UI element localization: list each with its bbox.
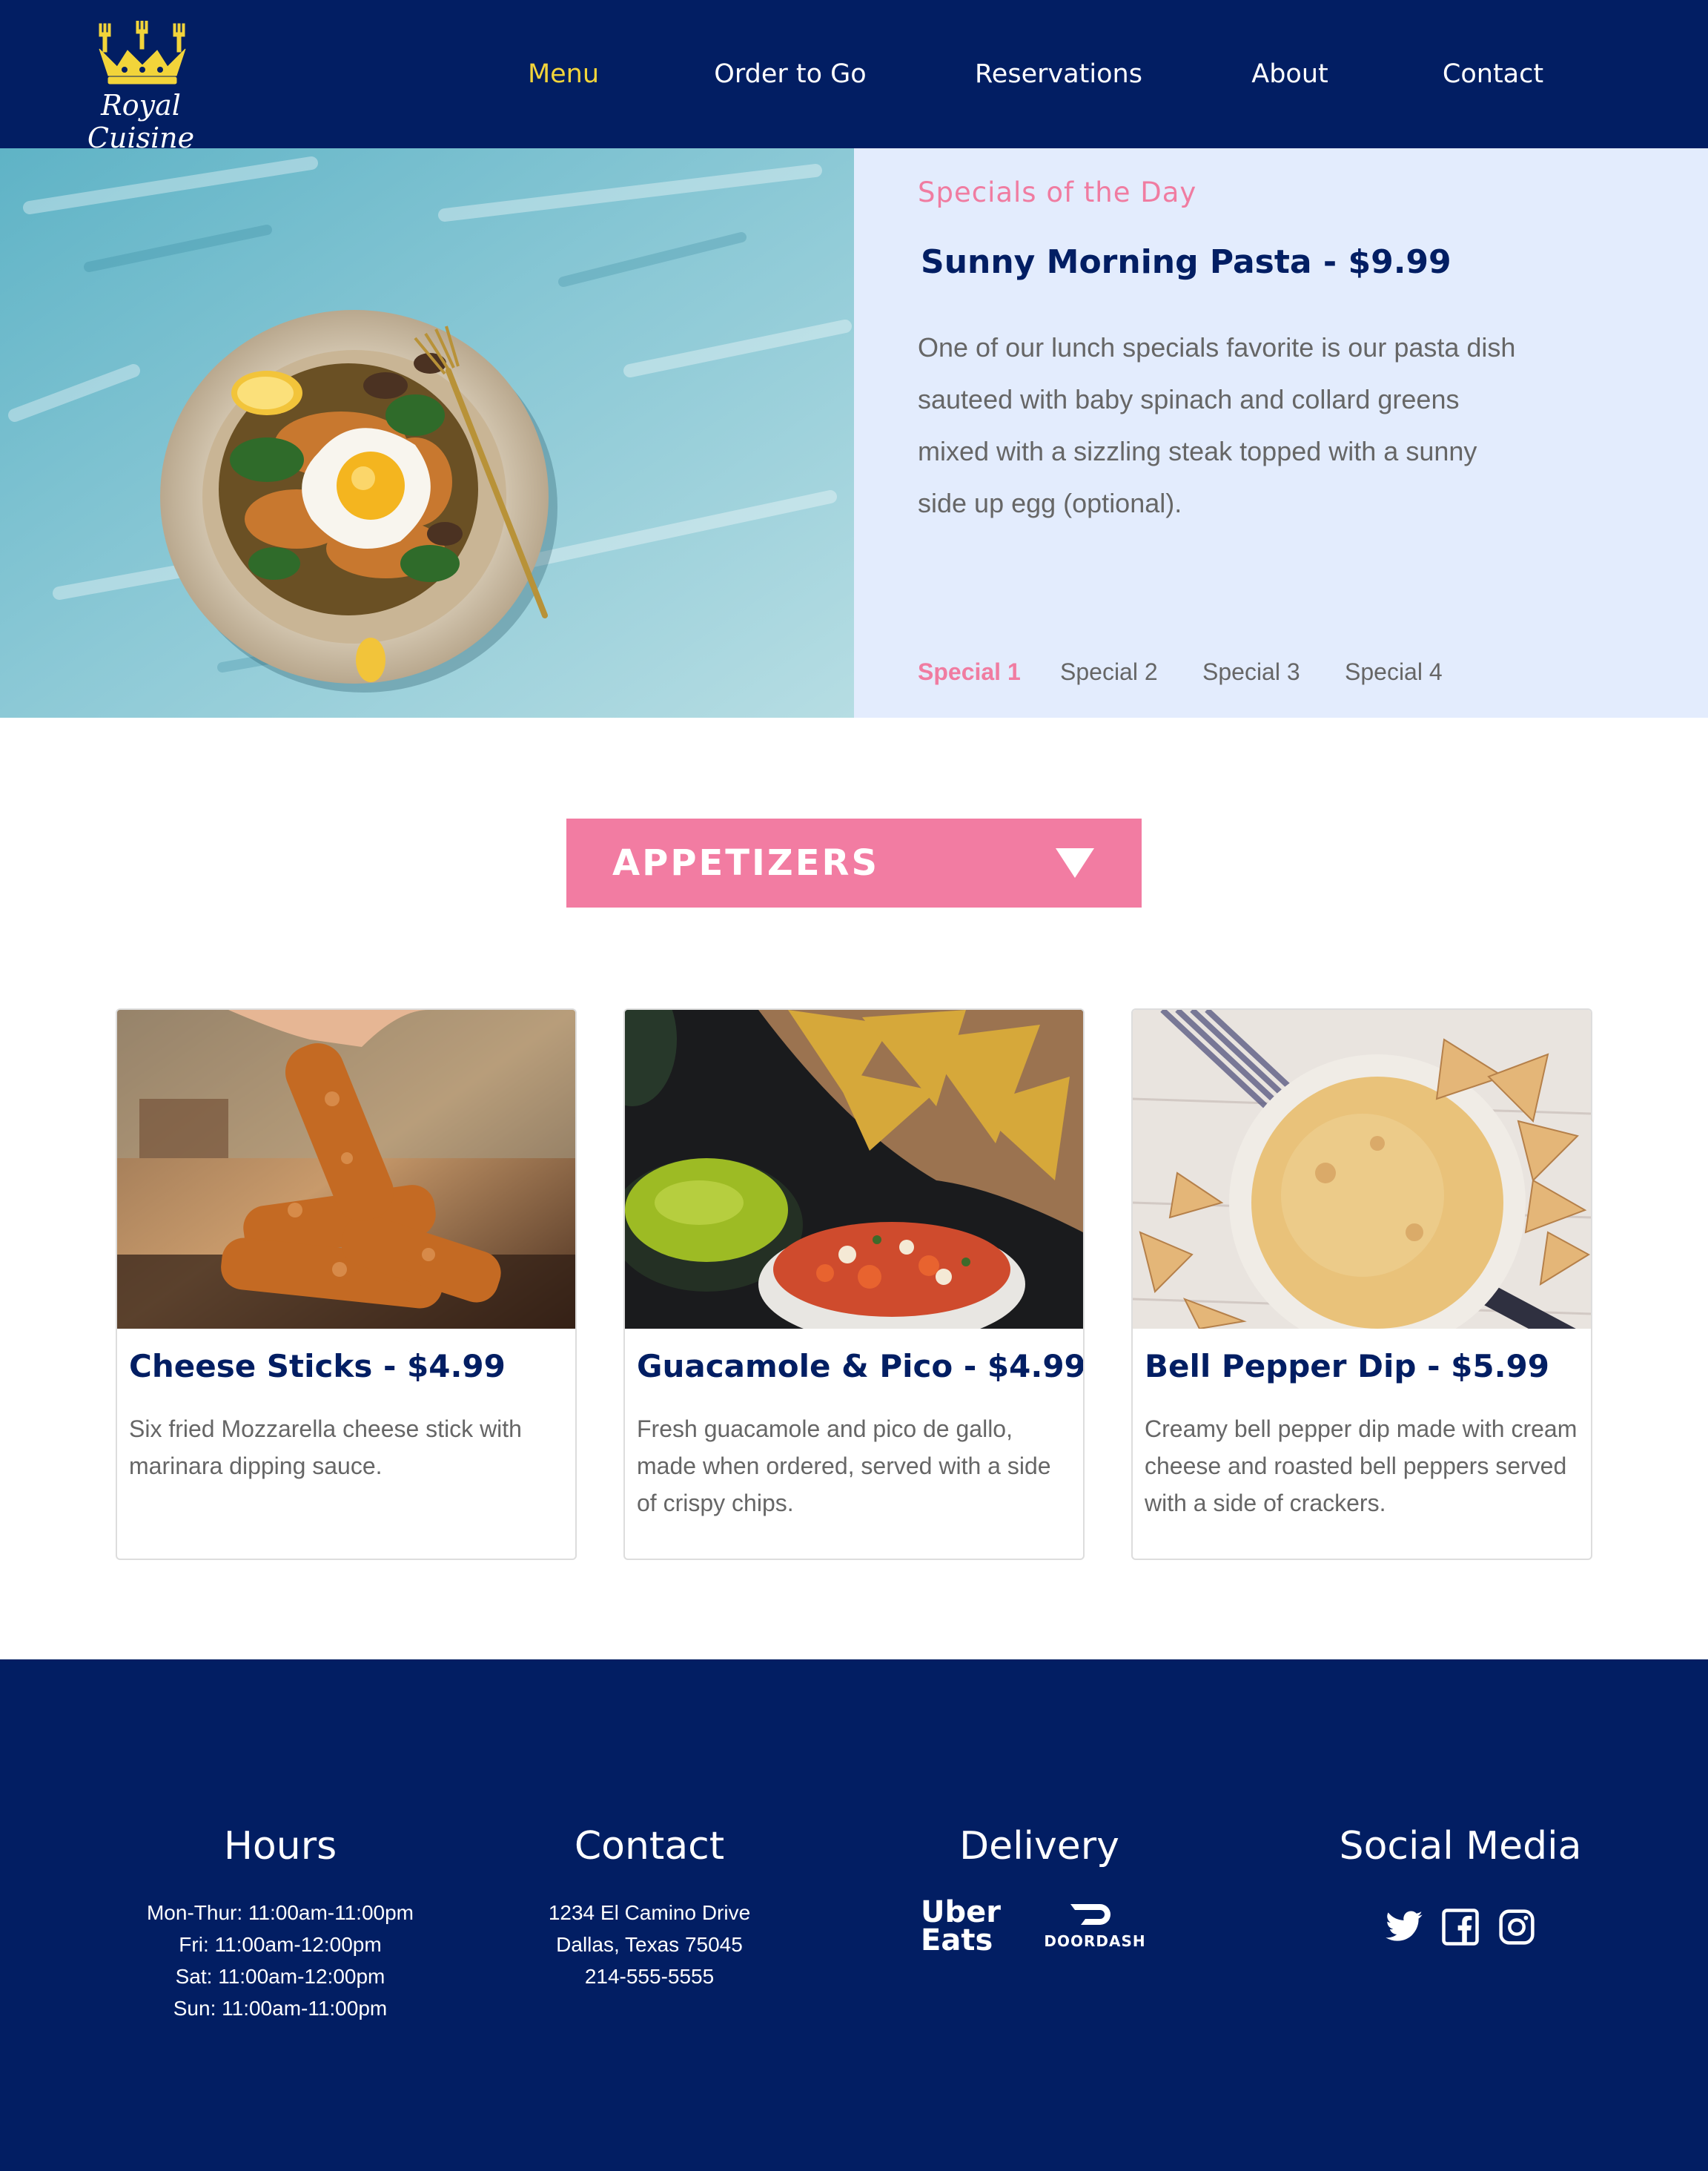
bell-pepper-dip-image [1133, 1010, 1591, 1329]
doordash-wordmark: DOORDASH [1044, 1932, 1146, 1950]
nav-about[interactable]: About [1251, 59, 1328, 89]
logo[interactable]: Royal Cuisine [52, 21, 230, 154]
tab-special-3[interactable]: Special 3 [1202, 658, 1300, 686]
specials-panel: Specials of the Day Sunny Morning Pasta … [854, 148, 1708, 718]
tab-special-2[interactable]: Special 2 [1060, 658, 1158, 686]
hours-line: Mon-Thur: 11:00am-11:00pm [146, 1901, 414, 1924]
card-description: Six fried Mozzarella cheese stick with m… [129, 1415, 522, 1479]
crown-icon [99, 21, 186, 85]
card-description: Fresh guacamole and pico de gallo, made … [637, 1415, 1051, 1516]
card-title: Cheese Sticks - $4.99 [129, 1348, 506, 1384]
card-description: Creamy bell pepper dip made with cream c… [1145, 1415, 1578, 1516]
nav-reservations[interactable]: Reservations [975, 59, 1142, 89]
tab-special-1[interactable]: Special 1 [918, 658, 1021, 686]
card-title: Guacamole & Pico - $4.99 [637, 1348, 1085, 1384]
site-footer: Hours Mon-Thur: 11:00am-11:00pm Fri: 11:… [0, 1659, 1708, 2171]
social-icons [1368, 1907, 1553, 1952]
hours-line: Fri: 11:00am-12:00pm [179, 1933, 382, 1956]
hours-line: Sun: 11:00am-11:00pm [173, 1997, 388, 2020]
site-header: Royal Cuisine Menu Order to Go Reservati… [0, 0, 1708, 154]
ubereats-logo[interactable]: Uber Eats [921, 1895, 1002, 1957]
special-title: Sunny Morning Pasta - $9.99 [921, 243, 1452, 281]
ubereats-word-2: Eats [921, 1923, 993, 1957]
ubereats-word-1: Uber [921, 1895, 1001, 1929]
menu-card-bell-pepper-dip[interactable]: Bell Pepper Dip - $5.99 Creamy bell pepp… [1131, 1008, 1592, 1560]
card-title: Bell Pepper Dip - $5.99 [1145, 1348, 1549, 1384]
nav-order-to-go[interactable]: Order to Go [714, 59, 866, 89]
contact-list: 1234 El Camino Drive Dallas, Texas 75045… [549, 1897, 750, 1992]
fork-left [99, 23, 111, 53]
address-line: 1234 El Camino Drive [548, 1901, 751, 1924]
menu-card-cheese-sticks[interactable]: Cheese Sticks - $4.99 Six fried Mozzarel… [116, 1008, 577, 1560]
special-description: One of our lunch specials favorite is ou… [918, 332, 1516, 518]
instagram-icon[interactable] [1497, 1907, 1537, 1947]
footer-social-heading: Social Media [1339, 1824, 1582, 1868]
delivery-logos: Uber Eats DOORDASH [921, 1895, 1158, 1957]
footer-hours-heading: Hours [223, 1824, 337, 1868]
triangle-down-icon [1056, 848, 1094, 878]
phone-line[interactable]: 214-555-5555 [549, 1960, 750, 1992]
hours-list: Mon-Thur: 11:00am-11:00pm Fri: 11:00am-1… [147, 1897, 414, 2024]
category-dropdown[interactable]: APPETIZERS [566, 819, 1142, 908]
menu-card-guacamole-pico[interactable]: Guacamole & Pico - $4.99 Fresh guacamole… [623, 1008, 1085, 1560]
city-line: Dallas, Texas 75045 [556, 1933, 743, 1956]
doordash-icon [1070, 1904, 1110, 1925]
footer-delivery-heading: Delivery [959, 1824, 1119, 1868]
nav-contact[interactable]: Contact [1443, 59, 1543, 89]
special-dish-image [0, 148, 854, 718]
category-label: APPETIZERS [612, 842, 880, 884]
facebook-icon[interactable] [1440, 1907, 1480, 1947]
twitter-icon[interactable] [1384, 1907, 1424, 1947]
doordash-logo[interactable]: DOORDASH [1039, 1898, 1151, 1954]
cheese-sticks-image [117, 1010, 575, 1329]
nav-menu[interactable]: Menu [528, 59, 599, 89]
hours-line: Sat: 11:00am-12:00pm [175, 1965, 385, 1988]
tab-special-4[interactable]: Special 4 [1345, 658, 1443, 686]
guacamole-pico-image [625, 1010, 1083, 1329]
brand-name: Royal Cuisine [87, 89, 195, 154]
specials-heading: Specials of the Day [918, 176, 1197, 208]
footer-contact-heading: Contact [574, 1824, 725, 1868]
